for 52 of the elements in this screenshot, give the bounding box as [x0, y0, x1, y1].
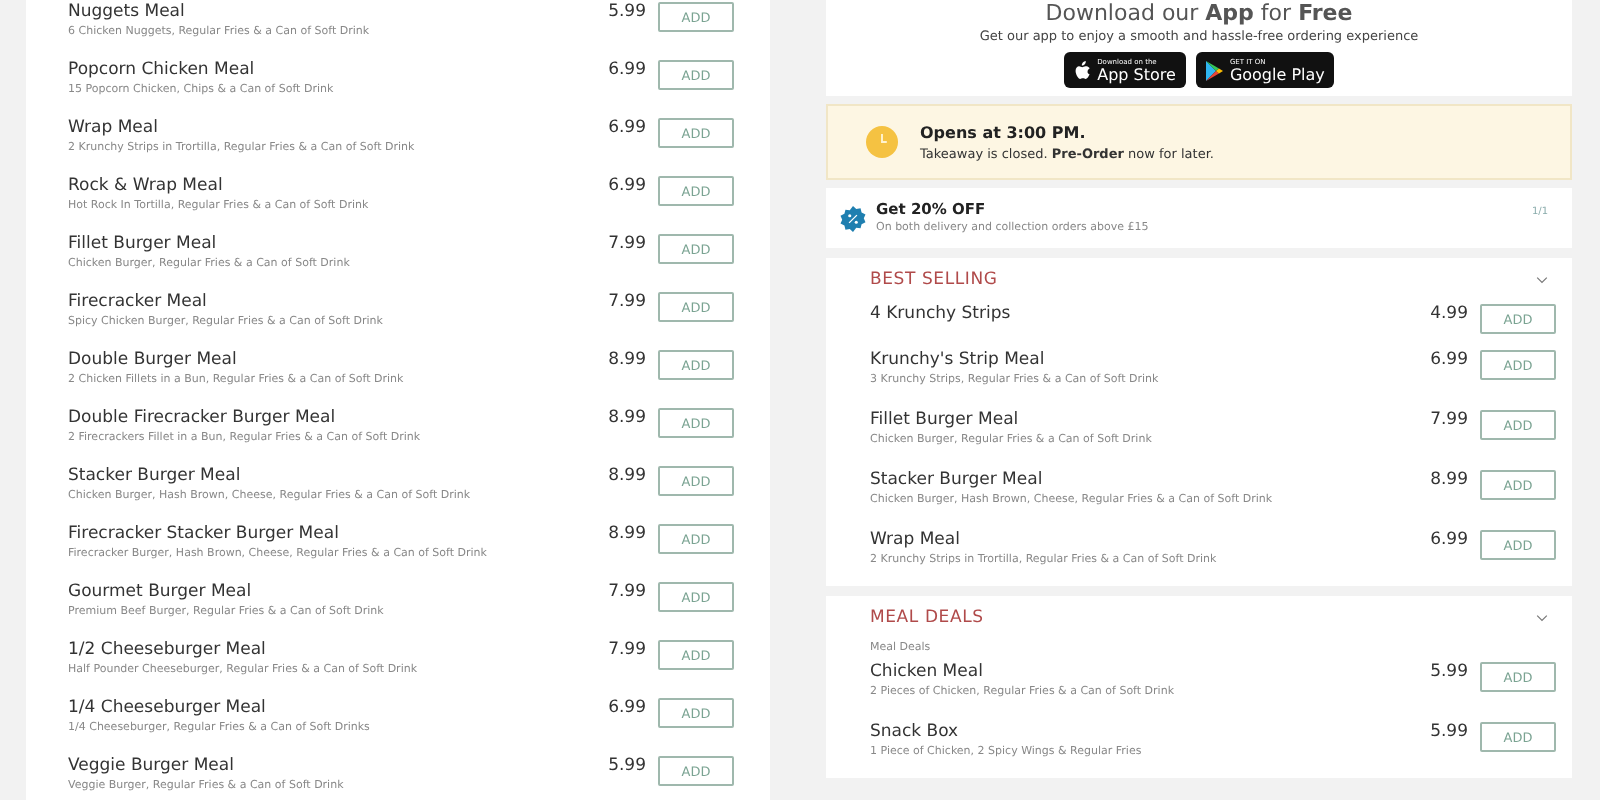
- item-name: 1/2 Cheeseburger Meal: [68, 640, 268, 662]
- item-name: Rock & Wrap Meal: [68, 176, 225, 198]
- item-name: Double Burger Meal: [68, 350, 239, 372]
- apple-icon: [1071, 59, 1092, 81]
- discount-icon: [840, 205, 866, 231]
- item-name: Chicken Meal: [870, 662, 985, 684]
- status-title: Opens at 3:00 PM.: [920, 121, 1088, 143]
- item-price: 6.99: [608, 60, 646, 82]
- item-name: Popcorn Chicken Meal: [68, 60, 257, 82]
- item-name: Double Firecracker Burger Meal: [68, 408, 338, 430]
- item-price: 8.99: [608, 466, 646, 488]
- item-name: 1/4 Cheeseburger Meal: [68, 698, 268, 720]
- play-icon: [1203, 59, 1224, 81]
- item-price: 7.99: [608, 292, 646, 314]
- item-name: Snack Box: [870, 722, 961, 744]
- app-promo-title: Download our App for Free: [1043, 0, 1355, 26]
- item-name: Firecracker Meal: [68, 292, 209, 314]
- chevron-down-icon[interactable]: [1536, 614, 1548, 622]
- item-price: 6.99: [1430, 350, 1468, 372]
- item-price: 7.99: [608, 234, 646, 256]
- item-name: Fillet Burger Meal: [870, 410, 1021, 432]
- item-price: 7.99: [608, 582, 646, 604]
- item-name: Nuggets Meal: [68, 2, 187, 24]
- item-price: 7.99: [608, 640, 646, 662]
- item-price: 4.99: [1430, 304, 1468, 326]
- item-price: 8.99: [608, 350, 646, 372]
- category-title: BEST SELLING: [870, 270, 998, 290]
- clock-icon: [866, 126, 898, 158]
- item-name: Stacker Burger Meal: [68, 466, 243, 488]
- item-price: 8.99: [608, 408, 646, 430]
- item-name: Fillet Burger Meal: [68, 234, 219, 256]
- item-name: Stacker Burger Meal: [870, 470, 1045, 492]
- item-name: 4 Krunchy Strips: [870, 304, 1013, 326]
- item-price: 6.99: [608, 176, 646, 198]
- item-price: 6.99: [608, 118, 646, 140]
- item-name: Wrap Meal: [870, 530, 962, 552]
- item-price: 6.99: [608, 698, 646, 720]
- item-price: 8.99: [608, 524, 646, 546]
- item-name: Firecracker Stacker Burger Meal: [68, 524, 341, 546]
- item-price: 7.99: [1430, 410, 1468, 432]
- item-price: 6.99: [1430, 530, 1468, 552]
- item-name: Gourmet Burger Meal: [68, 582, 254, 604]
- item-price: 5.99: [608, 756, 646, 778]
- item-price: 5.99: [1430, 662, 1468, 684]
- item-name: Veggie Burger Meal: [68, 756, 236, 778]
- item-price: 5.99: [608, 2, 646, 24]
- category-title: MEAL DEALS: [870, 608, 984, 628]
- item-name: Krunchy's Strip Meal: [870, 350, 1047, 372]
- item-price: 5.99: [1430, 722, 1468, 744]
- item-price: 8.99: [1430, 470, 1468, 492]
- item-name: Wrap Meal: [68, 118, 160, 140]
- chevron-down-icon[interactable]: [1536, 276, 1548, 284]
